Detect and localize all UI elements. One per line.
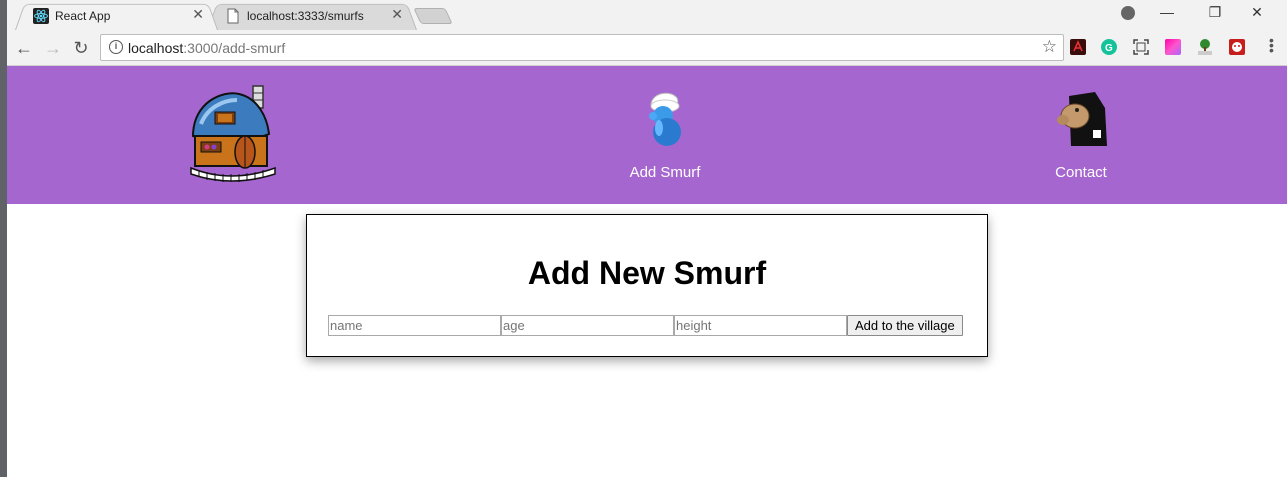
- browser-menu-icon[interactable]: • • •: [1269, 33, 1274, 57]
- nav-label: Contact: [1055, 164, 1107, 181]
- nav-add-smurf[interactable]: Add Smurf: [615, 90, 715, 181]
- age-input[interactable]: [501, 315, 674, 336]
- tab-strip: localhost:3333/smurfs ✕ React App ✕ — ❐ …: [7, 0, 1287, 30]
- minimize-icon[interactable]: —: [1157, 4, 1177, 20]
- acrobat-icon[interactable]: [1070, 39, 1086, 55]
- app-navbar: Add Smurf Contact: [7, 66, 1287, 204]
- account-icon[interactable]: [1121, 6, 1135, 20]
- add-smurf-card: Add New Smurf Add to the village: [306, 214, 988, 357]
- close-tab-icon[interactable]: ✕: [391, 6, 403, 23]
- tab-title: localhost:3333/smurfs: [247, 9, 364, 23]
- restore-icon[interactable]: ❐: [1205, 4, 1225, 21]
- svg-text:G: G: [1105, 43, 1113, 54]
- forward-icon[interactable]: →: [42, 37, 64, 59]
- reload-icon[interactable]: ↻: [70, 37, 92, 59]
- nav-label: Add Smurf: [629, 164, 701, 181]
- close-tab-icon[interactable]: ✕: [192, 6, 204, 23]
- tab-smurfs[interactable]: localhost:3333/smurfs ✕: [207, 1, 417, 30]
- new-tab-button[interactable]: [413, 8, 453, 24]
- html-validator-icon[interactable]: [1197, 39, 1213, 55]
- browser-toolbar: ← → ↻ i localhost:3000/add-smurf ☆ G • • •: [7, 30, 1287, 66]
- nav-contact[interactable]: Contact: [1031, 90, 1131, 181]
- gargamel-icon: [1057, 92, 1107, 146]
- grammarly-icon[interactable]: G: [1101, 39, 1117, 55]
- back-icon[interactable]: ←: [13, 37, 35, 59]
- address-bar[interactable]: i localhost:3000/add-smurf ☆: [100, 34, 1064, 61]
- smurf-icon: [649, 92, 681, 146]
- height-input[interactable]: [674, 315, 847, 336]
- page-icon: [227, 8, 239, 24]
- close-window-icon[interactable]: ✕: [1247, 4, 1267, 21]
- site-info-icon[interactable]: i: [109, 40, 123, 54]
- screenshot-icon[interactable]: [1133, 39, 1149, 55]
- url-text[interactable]: localhost:3000/add-smurf: [128, 40, 285, 56]
- ghostery-icon[interactable]: [1229, 39, 1245, 55]
- color-picker-icon[interactable]: [1165, 39, 1181, 55]
- page-title: Add New Smurf: [527, 255, 767, 291]
- bookmark-star-icon[interactable]: ☆: [1042, 37, 1057, 57]
- desktop-edge: [0, 0, 7, 477]
- add-to-village-button[interactable]: Add to the village: [847, 315, 963, 336]
- home-link[interactable]: [183, 84, 281, 186]
- tab-title: React App: [55, 9, 111, 23]
- add-smurf-form: Add to the village: [328, 315, 963, 336]
- smurf-house-icon: [190, 85, 276, 182]
- react-icon: [33, 8, 49, 24]
- name-input[interactable]: [328, 315, 501, 336]
- tab-react-app[interactable]: React App ✕: [15, 1, 218, 30]
